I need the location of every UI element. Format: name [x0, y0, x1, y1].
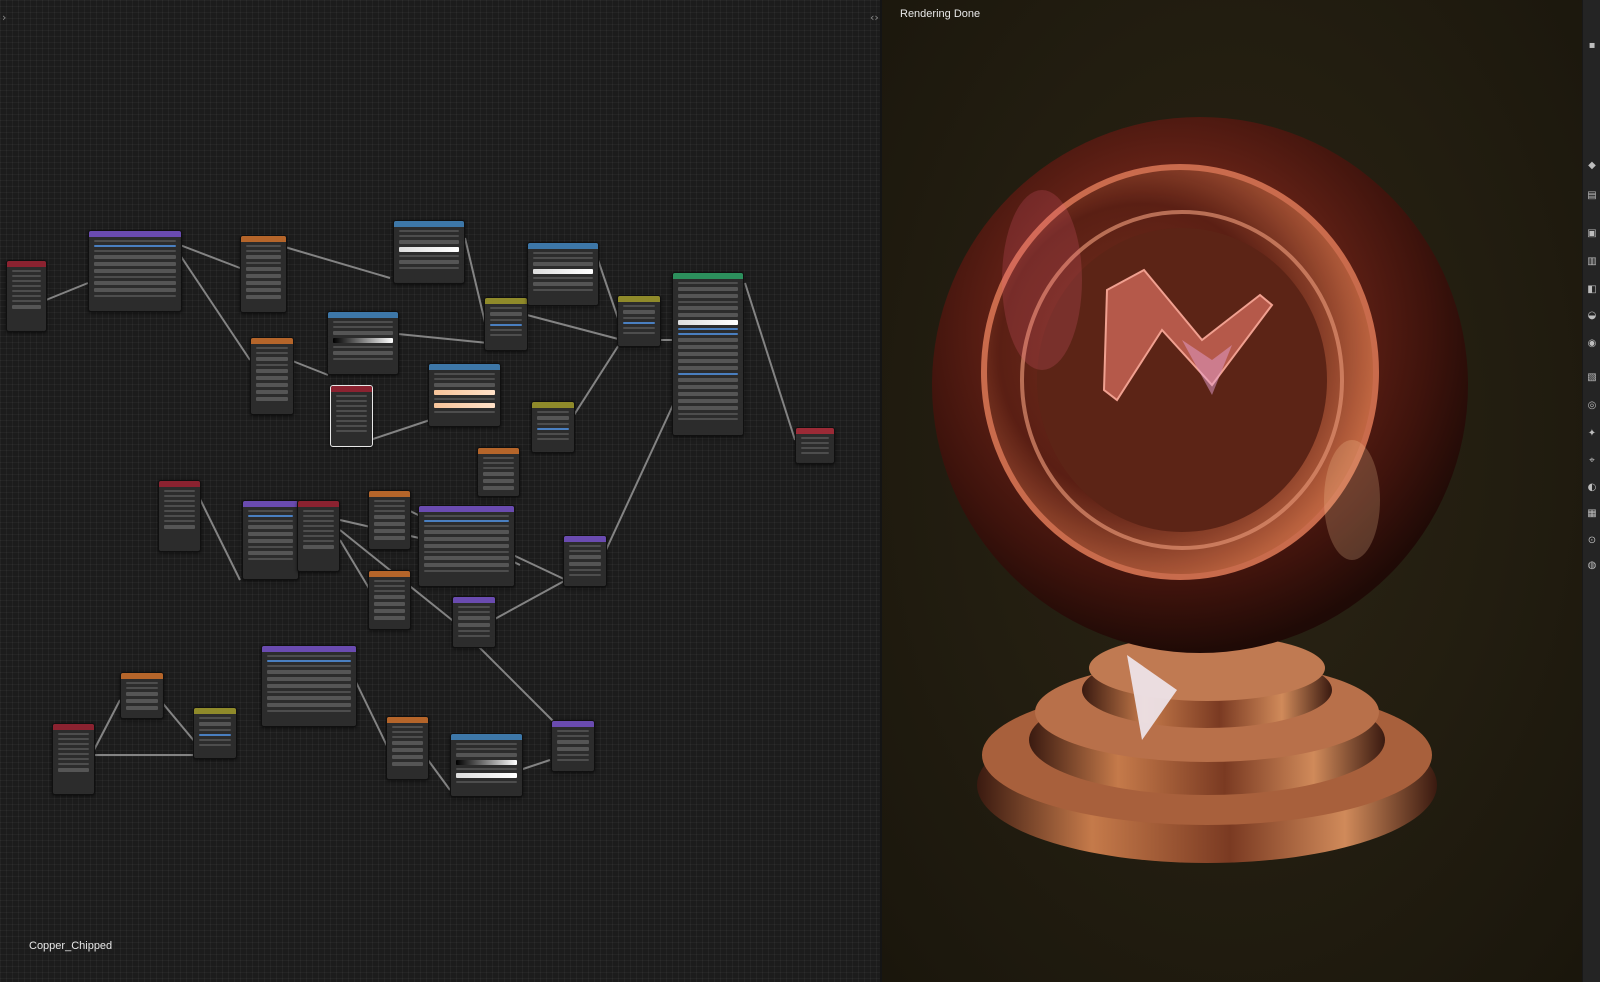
world-icon[interactable]: ◒ — [1586, 310, 1598, 322]
texture-coordinate-node-3[interactable] — [297, 500, 340, 572]
mix-rgb-node[interactable] — [484, 297, 528, 351]
color-ramp-node-5[interactable] — [450, 733, 523, 797]
object-icon[interactable]: ◉ — [1586, 338, 1598, 350]
texture-coordinate-node[interactable] — [6, 260, 47, 332]
voronoi-texture-node-2[interactable] — [368, 570, 411, 630]
render-viewport[interactable]: Rendering Done — [882, 0, 1582, 982]
voronoi-texture-node[interactable] — [368, 490, 411, 550]
bump-node-3[interactable] — [551, 720, 595, 772]
mapping-node-3[interactable] — [418, 505, 515, 587]
output-icon[interactable]: ▣ — [1586, 228, 1598, 240]
view-icon[interactable]: ▪ — [1586, 40, 1598, 52]
texture-icon[interactable]: ⊙ — [1586, 535, 1598, 547]
viewport-shading-icon[interactable]: ◍ — [1586, 560, 1598, 572]
material-output-node[interactable] — [795, 427, 835, 464]
texture-coordinate-node-4[interactable] — [52, 723, 95, 795]
color-ramp-node-2[interactable] — [327, 311, 399, 375]
material-name-label: Copper_Chipped — [29, 940, 113, 952]
mapping-node-4[interactable] — [261, 645, 357, 727]
physics-icon[interactable]: ✦ — [1586, 428, 1598, 440]
mapping-node-2[interactable] — [242, 500, 299, 580]
musgrave-texture-node[interactable] — [240, 235, 287, 313]
properties-tab-strip: ▪ ◆ ▤ ▣ ▥ ◧ ◒ ◉ ▧ ◎ ✦ ⌖ ◐ ▦ ⊙ ◍ — [1582, 0, 1600, 982]
mix-rgb-node-4[interactable] — [193, 707, 237, 759]
mix-rgb-node-2[interactable] — [617, 295, 661, 347]
principled-bsdf-node[interactable] — [672, 272, 744, 436]
node-links — [45, 237, 796, 791]
particles-icon[interactable]: ◎ — [1586, 400, 1598, 412]
shader-node-editor[interactable]: › ‹› Copper_Chipped — [0, 0, 880, 982]
color-ramp-node-3[interactable] — [527, 242, 599, 306]
tool-icon[interactable]: ◆ — [1586, 160, 1598, 172]
data-icon[interactable]: ◐ — [1586, 482, 1598, 494]
split-handle-icon[interactable]: ‹› — [870, 12, 879, 24]
noise-texture-node[interactable] — [477, 447, 520, 497]
noise-texture-node-2[interactable] — [120, 672, 164, 719]
texture-coordinate-node-2[interactable] — [158, 480, 201, 552]
scene-icon[interactable]: ◧ — [1586, 284, 1598, 296]
geometry-node[interactable] — [330, 385, 373, 447]
color-ramp-node[interactable] — [393, 220, 465, 284]
mix-rgb-node-3[interactable] — [531, 401, 575, 453]
musgrave-texture-node-2[interactable] — [250, 337, 294, 415]
render-preview-image — [932, 117, 1468, 863]
color-ramp-node-4[interactable] — [428, 363, 501, 427]
constraints-icon[interactable]: ⌖ — [1586, 455, 1598, 467]
voronoi-texture-node-3[interactable] — [386, 716, 429, 780]
mapping-node[interactable] — [88, 230, 182, 312]
material-icon[interactable]: ▦ — [1586, 508, 1598, 520]
bump-node-2[interactable] — [452, 596, 496, 648]
bump-node[interactable] — [563, 535, 607, 587]
modifier-icon[interactable]: ▧ — [1586, 372, 1598, 384]
render-icon[interactable]: ▤ — [1586, 190, 1598, 202]
expand-left-icon[interactable]: › — [2, 12, 6, 24]
view-layer-icon[interactable]: ▥ — [1586, 256, 1598, 268]
